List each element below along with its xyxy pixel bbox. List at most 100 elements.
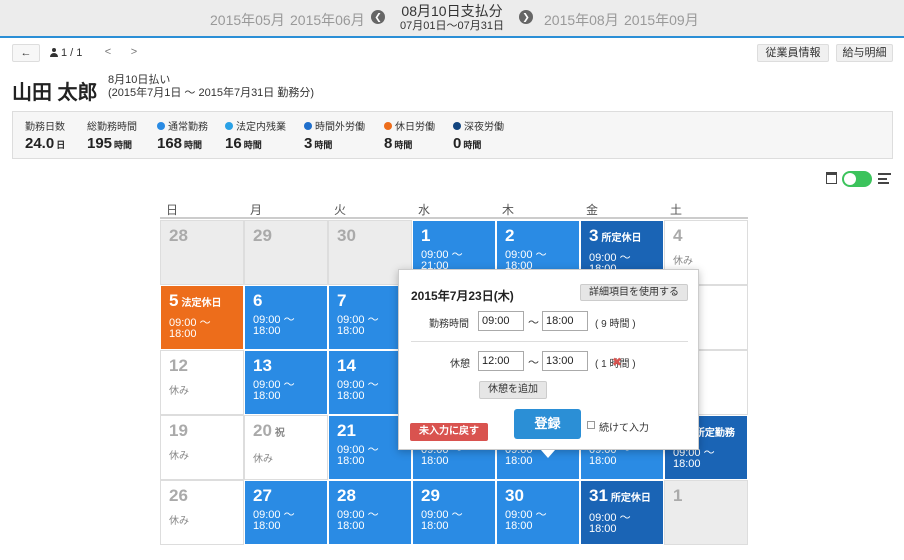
summary-value: 195: [87, 135, 113, 152]
day-tag: 祝: [274, 428, 285, 439]
day-time: 09:00 〜 18:00: [169, 317, 211, 340]
day-header: 4: [673, 226, 739, 246]
day-number: 13: [253, 356, 272, 375]
summary-label: 総勤務時間: [87, 122, 137, 133]
day-header: 27: [253, 486, 319, 506]
day-time: 09:00 〜 18:00: [337, 314, 379, 337]
day-number: 19: [169, 421, 188, 440]
day-header: 20 祝: [253, 421, 319, 444]
current-period-range: 07月01日〜07月31日: [400, 20, 504, 32]
popup-divider: [411, 341, 688, 342]
day-time: 09:00 〜 18:00: [673, 447, 715, 470]
day-header: 19: [169, 421, 235, 441]
weekday-header: 土: [664, 201, 748, 219]
day-header: 13: [253, 356, 319, 376]
day-header: 28: [169, 226, 235, 246]
day-number: 20: [253, 421, 272, 440]
calendar-day-cell[interactable]: 6 09:00 〜 18:00: [244, 285, 328, 350]
view-toggle[interactable]: [842, 171, 872, 187]
summary-value: 3: [304, 135, 313, 152]
next-user-button[interactable]: >: [124, 44, 144, 62]
chevron-right-icon[interactable]: ❯: [519, 10, 533, 24]
calendar-day-cell[interactable]: 30 09:00 〜 18:00: [496, 480, 580, 545]
summary-label: 通常勤務: [168, 122, 208, 133]
day-tag: 所定休日: [610, 493, 651, 504]
day-off-label: 休み: [169, 451, 189, 462]
day-number: 4: [673, 226, 683, 245]
weekday-header: 火: [328, 201, 412, 219]
day-time: 09:00 〜 18:00: [421, 509, 463, 532]
break-start-input[interactable]: [478, 351, 524, 371]
day-off-label: 休み: [253, 454, 273, 465]
summary-value: 168: [157, 135, 183, 152]
calendar-day-cell[interactable]: 26 休み: [160, 480, 244, 545]
day-number: 29: [253, 226, 272, 245]
day-number: 28: [169, 226, 188, 245]
day-header: 29: [253, 226, 319, 246]
period-next1-link[interactable]: 2015年08月: [544, 10, 619, 30]
summary-value: 24.0: [25, 135, 55, 152]
day-time: 09:00 〜 18:00: [337, 379, 379, 402]
day-edit-popup: 2015年7月23日(木) 詳細項目を使用する 勤務時間 〜 ( 9 時間 ) …: [398, 269, 699, 458]
day-header: 26: [169, 486, 235, 506]
calendar-day-cell[interactable]: 5 法定休日 09:00 〜 18:00: [160, 285, 244, 350]
reset-button[interactable]: 未入力に戻す: [410, 423, 488, 441]
summary-value: 16: [225, 135, 242, 152]
summary-work-days: 勤務日数 24.0 日: [25, 122, 65, 154]
submit-button[interactable]: 登録: [514, 409, 581, 439]
summary-unit: 日: [56, 140, 66, 150]
calendar-view-icon[interactable]: [826, 172, 837, 184]
day-number: 21: [337, 421, 356, 440]
calendar-day-cell[interactable]: 28 09:00 〜 18:00: [328, 480, 412, 545]
day-number: 3: [589, 226, 599, 245]
calendar-day-cell[interactable]: 31 所定休日 09:00 〜 18:00: [580, 480, 664, 545]
period-next2-link[interactable]: 2015年09月: [624, 10, 699, 30]
calendar-day-cell[interactable]: 19 休み: [160, 415, 244, 480]
day-time: 09:00 〜 18:00: [337, 509, 379, 532]
weekday-header: 月: [244, 201, 328, 219]
calendar-day-cell[interactable]: 27 09:00 〜 18:00: [244, 480, 328, 545]
summary-value: 0: [453, 135, 462, 152]
work-end-input[interactable]: [542, 311, 588, 331]
summary-value: 8: [384, 135, 393, 152]
user-counter-text: 1 / 1: [61, 47, 83, 59]
payslip-button[interactable]: 給与明細: [836, 44, 893, 62]
employee-info-button[interactable]: 従業員情報: [757, 44, 829, 62]
day-number: 28: [337, 486, 356, 505]
day-header: 29: [421, 486, 487, 506]
summary-unit: 時間: [114, 140, 133, 150]
day-number: 30: [505, 486, 524, 505]
day-header: 3 所定休日: [589, 226, 655, 249]
break-end-input[interactable]: [542, 351, 588, 371]
period-prev2-link[interactable]: 2015年05月: [210, 10, 285, 30]
add-break-button[interactable]: 休憩を追加: [479, 381, 547, 399]
day-header: 12: [169, 356, 235, 376]
weekday-header: 木: [496, 201, 580, 219]
period-prev1-link[interactable]: 2015年06月: [290, 10, 365, 30]
calendar-day-cell[interactable]: 13 09:00 〜 18:00: [244, 350, 328, 415]
current-period: 08月10日支払分 07月01日〜07月31日: [390, 3, 514, 33]
day-tag: 法定休日: [181, 298, 222, 309]
continue-checkbox[interactable]: [587, 421, 595, 429]
calendar-day-cell[interactable]: 29 09:00 〜 18:00: [412, 480, 496, 545]
day-header: 1: [673, 486, 739, 506]
chevron-left-icon[interactable]: ❮: [371, 10, 385, 24]
day-tag: 所定休日: [601, 233, 642, 244]
calendar-day-cell[interactable]: 20 祝休み: [244, 415, 328, 480]
work-tilde: 〜: [528, 317, 539, 329]
day-header: 31 所定休日: [589, 486, 655, 509]
user-counter: 1 / 1: [50, 44, 82, 62]
delete-break-icon[interactable]: ✖: [612, 355, 622, 369]
work-start-input[interactable]: [478, 311, 524, 331]
summary-overtime: 時間外労働 3 時間: [304, 122, 365, 154]
prev-user-button[interactable]: <: [98, 44, 118, 62]
day-number: 5: [169, 291, 179, 310]
day-header: 21: [337, 421, 403, 441]
day-number: 14: [337, 356, 356, 375]
detail-items-button[interactable]: 詳細項目を使用する: [580, 284, 688, 301]
day-number: 30: [337, 226, 356, 245]
overtime-dot-icon: [304, 122, 312, 130]
back-button[interactable]: ←: [12, 44, 40, 62]
calendar-day-cell[interactable]: 12 休み: [160, 350, 244, 415]
list-view-icon[interactable]: [878, 173, 891, 184]
